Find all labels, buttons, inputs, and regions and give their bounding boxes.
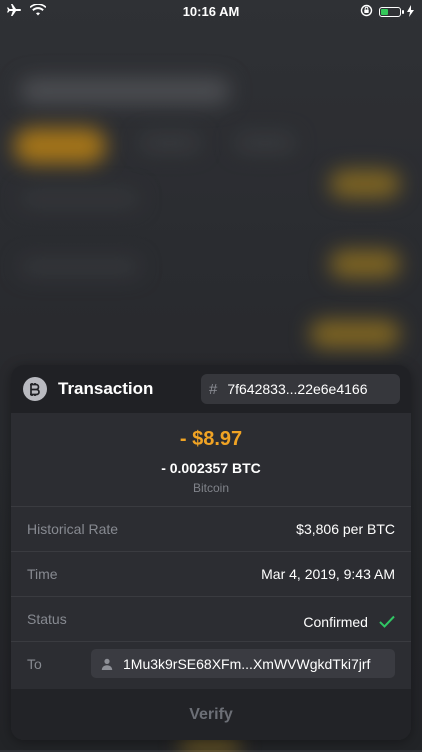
- status-row: Status Confirmed: [11, 596, 411, 641]
- charging-bolt-icon: [407, 4, 414, 20]
- status-label: Status: [27, 611, 67, 627]
- historical-rate-row: Historical Rate $3,806 per BTC: [11, 506, 411, 551]
- historical-rate-value: $3,806 per BTC: [296, 521, 395, 537]
- checkmark-icon: [374, 612, 395, 632]
- orientation-lock-icon: [360, 4, 373, 20]
- status-bar: 10:16 AM: [0, 0, 422, 24]
- status-value-wrap: Confirmed: [303, 611, 395, 632]
- person-icon: [101, 658, 113, 670]
- amount-area: - $8.97 - 0.002357 BTC Bitcoin: [11, 413, 411, 506]
- time-value: Mar 4, 2019, 9:43 AM: [261, 566, 395, 582]
- transaction-card: Transaction # 7f642833...22e6e4166 - $8.…: [11, 365, 411, 740]
- battery-icon: [379, 7, 404, 17]
- transaction-hash-pill[interactable]: # 7f642833...22e6e4166: [201, 374, 400, 404]
- bitcoin-icon: [23, 377, 47, 401]
- currency-name: Bitcoin: [192, 481, 230, 495]
- verify-button[interactable]: Verify: [11, 689, 411, 740]
- recipient-address: 1Mu3k9rSE68XFm...XmWVWgkdTki7jrf: [123, 655, 371, 672]
- amount-btc: - 0.002357 BTC: [161, 460, 261, 476]
- status-bar-right: [360, 4, 414, 20]
- time-row: Time Mar 4, 2019, 9:43 AM: [11, 551, 411, 596]
- card-header: Transaction # 7f642833...22e6e4166: [11, 365, 411, 413]
- transaction-hash: 7f642833...22e6e4166: [227, 381, 368, 397]
- status-time: 10:16 AM: [182, 4, 240, 19]
- amount-usd: - $8.97: [179, 428, 243, 450]
- to-label: To: [27, 656, 42, 672]
- status-value: Confirmed: [303, 614, 368, 630]
- to-row: To 1Mu3k9rSE68XFm...XmWVWgkdTki7jrf: [11, 641, 411, 686]
- historical-rate-label: Historical Rate: [27, 521, 119, 537]
- time-label: Time: [27, 566, 58, 582]
- recipient-address-pill[interactable]: 1Mu3k9rSE68XFm...XmWVWgkdTki7jrf: [91, 649, 395, 678]
- card-title: Transaction: [58, 379, 154, 398]
- hash-icon: #: [209, 380, 218, 398]
